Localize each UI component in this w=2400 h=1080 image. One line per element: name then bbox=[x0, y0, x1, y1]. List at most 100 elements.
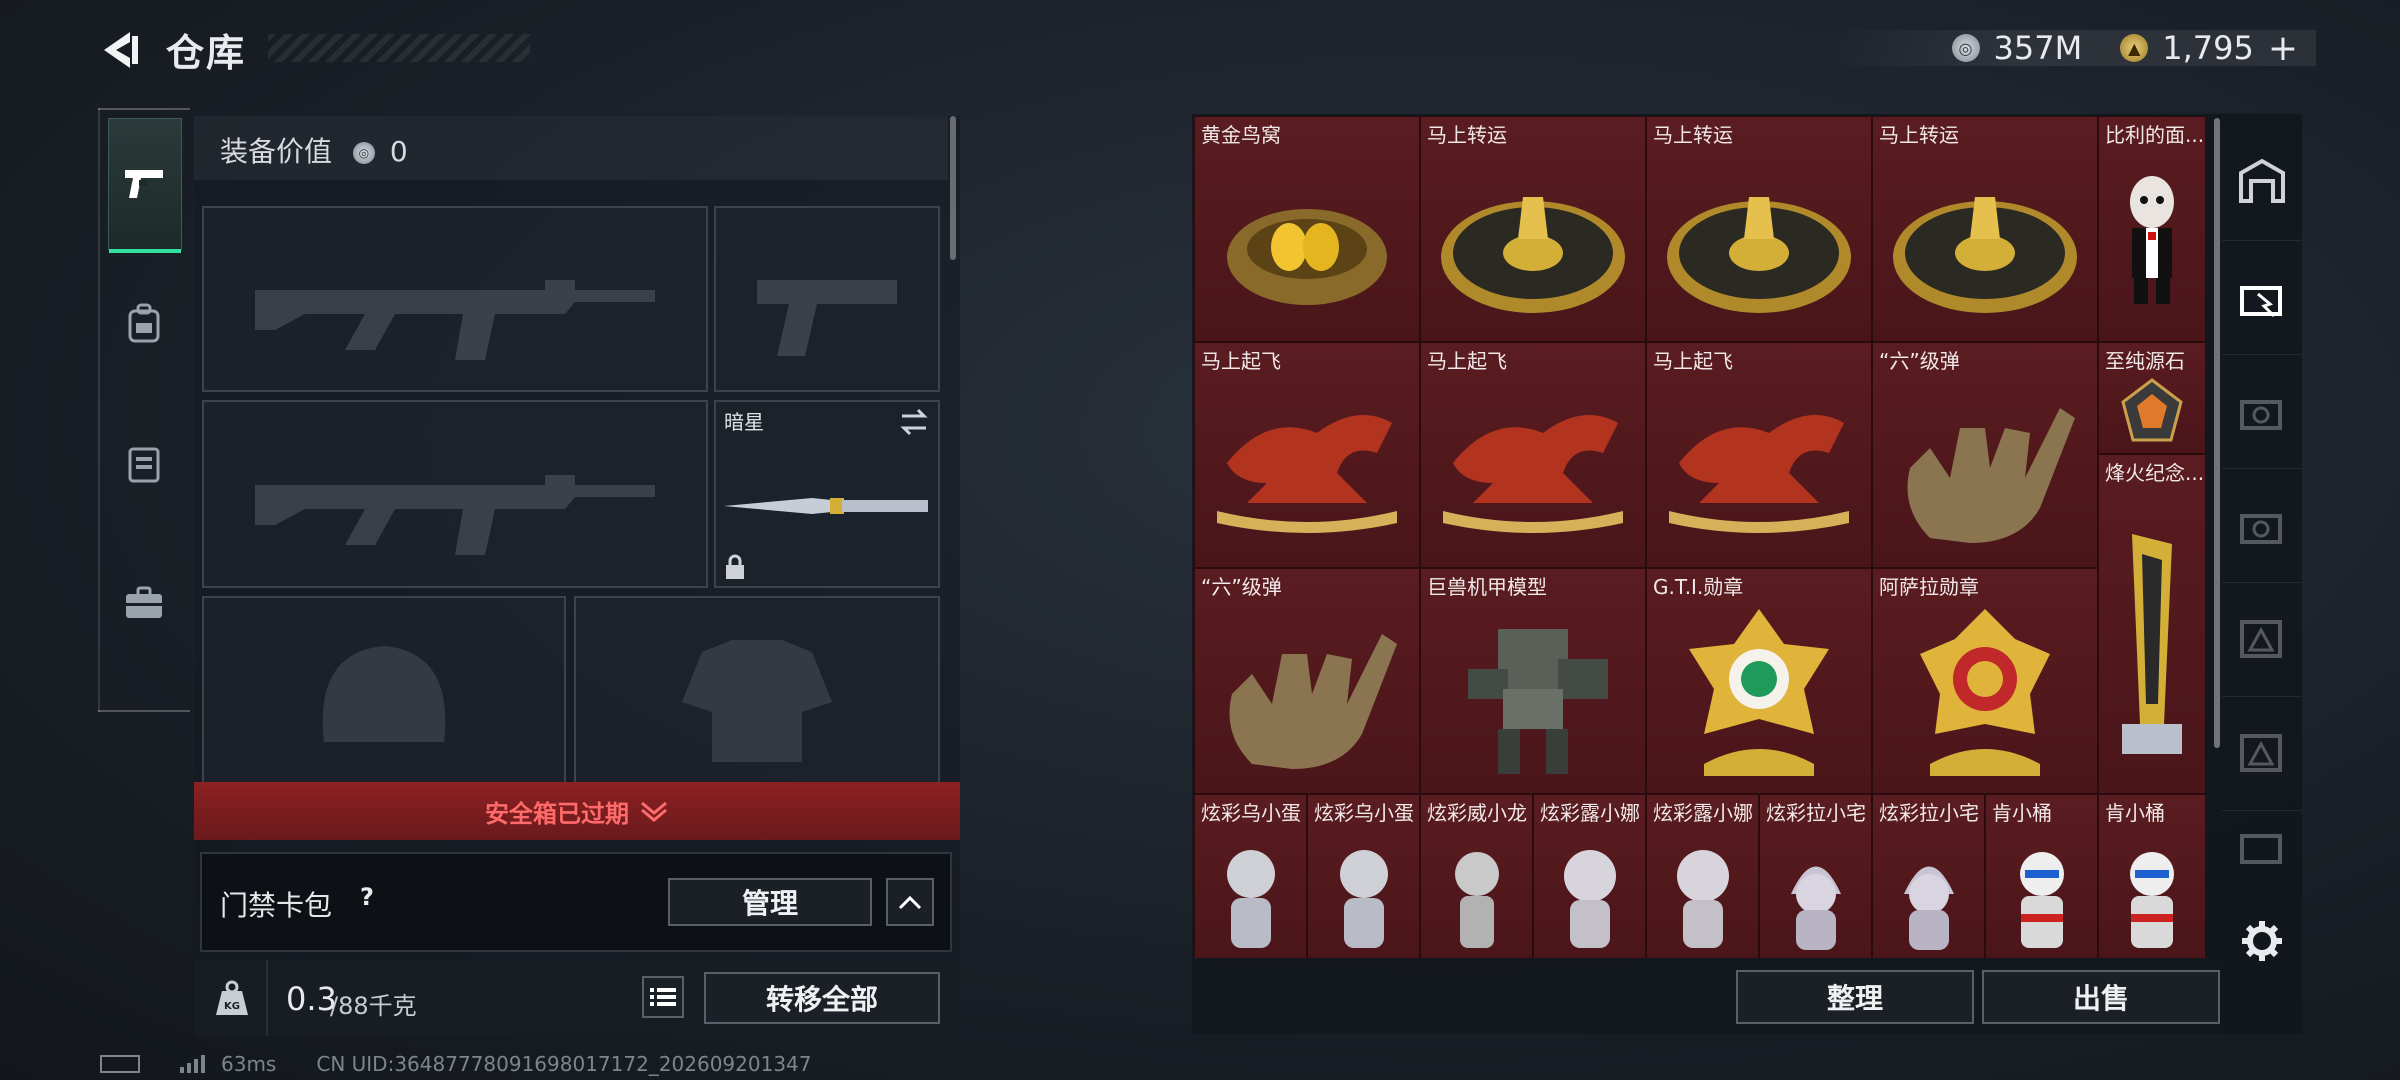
tab-container-4b[interactable] bbox=[2222, 696, 2302, 807]
inventory-item[interactable]: 烽火纪念... bbox=[2098, 454, 2206, 794]
item-name: 马上起飞 bbox=[1201, 349, 1281, 373]
vest-icon bbox=[128, 447, 160, 483]
manage-button[interactable]: 管理 bbox=[668, 878, 872, 926]
figurine-icon bbox=[1790, 866, 1841, 951]
item-name: 炫彩露小娜 bbox=[1540, 801, 1640, 825]
inventory-item[interactable]: 马上起飞 bbox=[1194, 342, 1420, 568]
fortune-wheel-icon bbox=[1441, 197, 1625, 314]
red-horse-icon bbox=[1443, 415, 1623, 534]
gold-amount: 1,795 bbox=[2162, 29, 2254, 67]
item-name: 炫彩威小龙 bbox=[1427, 801, 1527, 825]
tab-warehouse[interactable] bbox=[2222, 126, 2302, 236]
mech-model-icon bbox=[1468, 629, 1608, 775]
safebox-status: 安全箱已过期 bbox=[485, 799, 629, 828]
inventory-actions: 整理 出售 bbox=[1194, 958, 2220, 1034]
tab-container-5b[interactable] bbox=[2222, 468, 2302, 579]
sidearm-slot[interactable] bbox=[714, 206, 940, 392]
rifle-silhouette-icon bbox=[255, 279, 655, 360]
item-name: 肯小桶 bbox=[2105, 801, 2165, 825]
primary-weapon-slot[interactable] bbox=[202, 206, 708, 392]
nav-vest[interactable] bbox=[108, 398, 180, 528]
inventory-item[interactable]: 肯小桶 bbox=[1985, 794, 2098, 958]
inventory-item[interactable]: 黄金鸟窝 bbox=[1194, 116, 1420, 342]
left-nav bbox=[98, 108, 192, 712]
armor-silhouette-icon bbox=[682, 640, 832, 763]
nav-case[interactable] bbox=[108, 538, 180, 668]
fortune-wheel-icon bbox=[1667, 197, 1851, 314]
currency-bar: ◎ 357M ▲ 1,795 + bbox=[1821, 28, 2316, 69]
item-name: 炫彩乌小蛋 bbox=[1314, 801, 1414, 825]
inventory-item[interactable]: “六”级弹 bbox=[1194, 568, 1420, 794]
nav-backpack[interactable] bbox=[108, 258, 180, 388]
container-level-icon bbox=[2240, 620, 2282, 658]
inventory-item[interactable]: 马上起飞 bbox=[1420, 342, 1646, 568]
inventory-item[interactable]: 比利的面... bbox=[2098, 116, 2206, 342]
tab-container-4[interactable] bbox=[2222, 240, 2302, 351]
helmet-slot[interactable] bbox=[202, 596, 566, 786]
sort-button[interactable]: 整理 bbox=[1736, 970, 1974, 1024]
figurine-icon bbox=[2019, 852, 2064, 949]
nav-weapons[interactable] bbox=[108, 118, 182, 253]
inventory-item[interactable]: 马上转运 bbox=[1646, 116, 1872, 342]
add-currency-button[interactable]: + bbox=[2268, 28, 2298, 69]
figurine-icon bbox=[1563, 850, 1616, 949]
weight-row: KG 0.3 /88千克 转移全部 bbox=[194, 960, 960, 1036]
inventory-item[interactable]: 炫彩露小娜 bbox=[1533, 794, 1646, 958]
equipment-scrollbar[interactable] bbox=[950, 116, 956, 260]
sell-button[interactable]: 出售 bbox=[1982, 970, 2220, 1024]
item-name: 炫彩乌小蛋 bbox=[1201, 801, 1301, 825]
inventory-item[interactable]: 至纯源石 bbox=[2098, 342, 2206, 454]
melee-slot[interactable]: 暗星 bbox=[714, 400, 940, 588]
inventory-item[interactable]: 炫彩拉小宅 bbox=[1872, 794, 1985, 958]
tab-container-5a[interactable] bbox=[2222, 354, 2302, 465]
fortune-wheel-icon bbox=[1893, 197, 2077, 314]
item-name: 肯小桶 bbox=[1992, 801, 2052, 825]
melee-name: 暗星 bbox=[724, 410, 764, 434]
gold-coin-icon: ▲ bbox=[2120, 34, 2149, 62]
item-name: 炫彩拉小宅 bbox=[1879, 801, 1979, 825]
battery-icon bbox=[100, 1055, 140, 1073]
gti-medal-icon bbox=[1689, 609, 1829, 777]
inventory-item[interactable]: G.T.I.勋章 bbox=[1646, 568, 1872, 794]
settings-button[interactable] bbox=[2222, 896, 2302, 986]
inventory-item[interactable]: 炫彩露小娜 bbox=[1646, 794, 1759, 958]
container-level-icon bbox=[2240, 514, 2282, 544]
back-button[interactable] bbox=[96, 26, 144, 74]
help-icon[interactable]: ? bbox=[350, 880, 384, 914]
red-horse-icon bbox=[1669, 415, 1849, 534]
inventory-item[interactable]: 马上转运 bbox=[1872, 116, 2098, 342]
transfer-all-button[interactable]: 转移全部 bbox=[704, 972, 940, 1024]
armor-slot[interactable] bbox=[574, 596, 940, 786]
user-uid: CN UID:3648777809169801717​2_20260920134… bbox=[316, 1052, 812, 1076]
inventory-item[interactable]: 炫彩拉小宅 bbox=[1759, 794, 1872, 958]
item-name: 马上转运 bbox=[1879, 123, 1959, 147]
inventory-scrollbar[interactable] bbox=[2214, 118, 2220, 748]
collapse-button[interactable] bbox=[886, 878, 934, 926]
inventory-item[interactable]: 马上起飞 bbox=[1646, 342, 1872, 568]
swap-icon[interactable] bbox=[898, 408, 930, 436]
tab-container-gti[interactable] bbox=[2222, 582, 2302, 693]
inventory-item[interactable]: 马上转运 bbox=[1420, 116, 1646, 342]
item-name: 炫彩拉小宅 bbox=[1766, 801, 1866, 825]
container-level-icon bbox=[2240, 834, 2282, 864]
list-view-button[interactable] bbox=[642, 976, 684, 1018]
rifle-silhouette-icon bbox=[255, 475, 655, 556]
safebox-expired-bar[interactable]: 安全箱已过期 bbox=[194, 782, 960, 840]
container-tabs bbox=[2222, 116, 2302, 996]
nav-divider-bottom bbox=[98, 710, 190, 712]
inventory-item[interactable]: 肯小桶 bbox=[2098, 794, 2206, 958]
container-level-icon bbox=[2240, 734, 2282, 772]
figurine-icon bbox=[1339, 850, 1388, 949]
inventory-item[interactable]: 炫彩威小龙 bbox=[1420, 794, 1533, 958]
chevron-down-icon bbox=[641, 801, 667, 822]
inventory-grid: 黄金鸟窝 马上转运 马上转运 马上转运 比利的面... 马上起飞 马上起飞 马上… bbox=[1194, 116, 2206, 958]
inventory-item[interactable]: 阿萨拉勋章 bbox=[1872, 568, 2098, 794]
inventory-item[interactable]: “六”级弹 bbox=[1872, 342, 2098, 568]
inventory-item[interactable]: 巨兽机甲模型 bbox=[1420, 568, 1646, 794]
inventory-item[interactable]: 炫彩乌小蛋 bbox=[1307, 794, 1420, 958]
gear-icon bbox=[2242, 921, 2282, 961]
item-name: 阿萨拉勋章 bbox=[1879, 575, 1979, 599]
secondary-weapon-slot[interactable] bbox=[202, 400, 708, 588]
inventory-item[interactable]: 炫彩乌小蛋 bbox=[1194, 794, 1307, 958]
tab-container-4c[interactable] bbox=[2222, 810, 2302, 881]
